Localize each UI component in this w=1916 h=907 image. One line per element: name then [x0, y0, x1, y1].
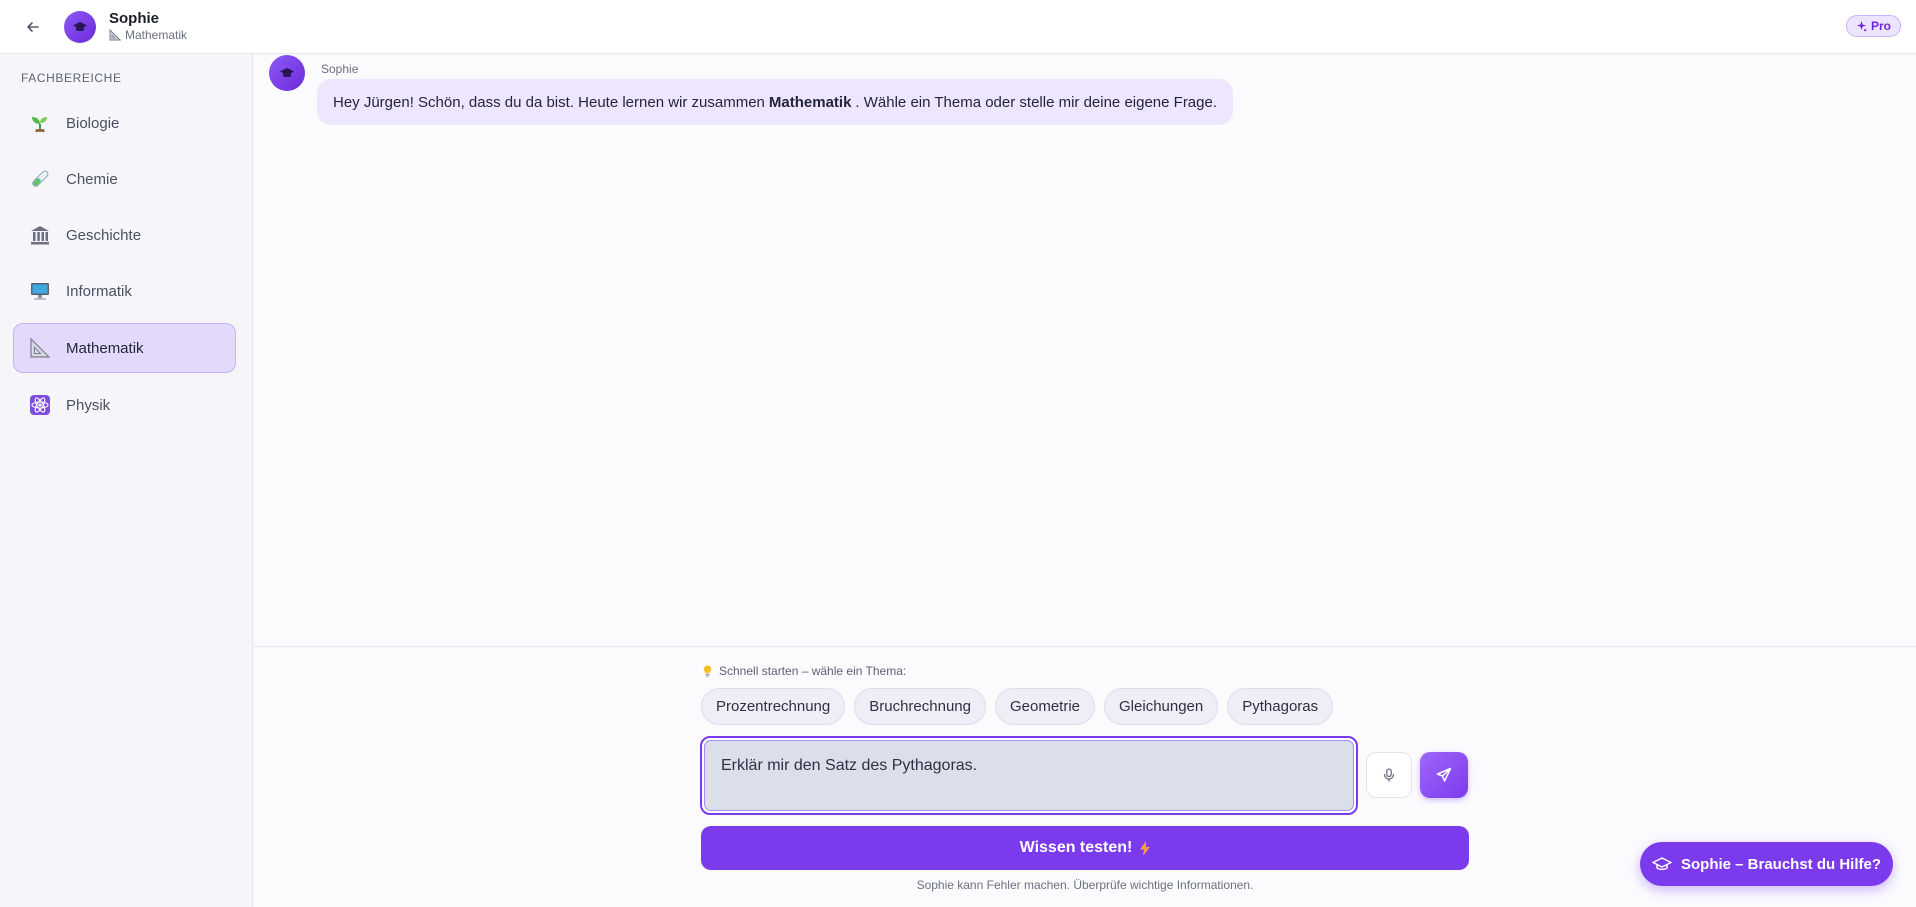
- sidebar-item-label: Physik: [66, 396, 111, 414]
- sidebar-item-physik[interactable]: Physik: [13, 380, 236, 430]
- triangle-ruler-icon: [109, 29, 121, 41]
- graduation-cap-icon: [280, 68, 294, 78]
- quick-start-text: Schnell starten – wähle ein Thema:: [719, 664, 907, 678]
- sidebar-item-label: Chemie: [66, 170, 118, 188]
- send-icon: [1436, 767, 1452, 782]
- message-text-start: Hey Jürgen! Schön, dass du da bist. Heut…: [333, 93, 765, 111]
- message-text-end: . Wähle ein Thema oder stelle mir deine …: [855, 93, 1218, 111]
- help-button[interactable]: Sophie – Brauchst du Hilfe?: [1640, 842, 1893, 886]
- classical-building-icon: [28, 223, 52, 247]
- sidebar-item-mathematik[interactable]: Mathematik: [13, 323, 236, 373]
- lightbulb-icon: [703, 665, 712, 677]
- sidebar-item-informatik[interactable]: Informatik: [13, 266, 236, 316]
- subject-sidebar: FACHBEREICHE Biologie Chemie Geschichte …: [0, 54, 253, 907]
- computer-icon: [28, 279, 52, 303]
- test-tube-icon: [28, 167, 52, 191]
- sidebar-item-geschichte[interactable]: Geschichte: [13, 210, 236, 260]
- send-button[interactable]: [1420, 752, 1468, 798]
- test-knowledge-label: Wissen testen!: [1019, 839, 1133, 856]
- triangle-ruler-icon: [28, 336, 52, 360]
- sidebar-item-label: Mathematik: [66, 339, 144, 357]
- microphone-button[interactable]: [1366, 752, 1412, 798]
- top-header: Sophie Mathematik Pro: [0, 0, 1916, 54]
- lightning-icon: [1140, 840, 1151, 856]
- sidebar-item-label: Informatik: [66, 282, 132, 300]
- disclaimer-text: Sophie kann Fehler machen. Überprüfe wic…: [916, 878, 1254, 892]
- sidebar-item-chemie[interactable]: Chemie: [13, 154, 236, 204]
- atom-icon: [28, 393, 52, 417]
- test-knowledge-button[interactable]: Wissen testen!: [701, 826, 1469, 870]
- pro-label: Pro: [1870, 19, 1891, 33]
- pro-badge[interactable]: Pro: [1845, 15, 1901, 37]
- quick-start-label: Schnell starten – wähle ein Thema:: [702, 664, 906, 678]
- assistant-message: Hey Jürgen! Schön, dass du da bist. Heut…: [317, 79, 1234, 125]
- sparkle-icon: [1856, 20, 1867, 31]
- message-author: Sophie: [321, 62, 359, 76]
- sidebar-item-biologie[interactable]: Biologie: [13, 98, 236, 148]
- topic-chips: Prozentrechnung Bruchrechnung Geometrie …: [701, 688, 1334, 725]
- chip-bruchrechnung[interactable]: Bruchrechnung: [854, 688, 986, 725]
- current-subject-label: Mathematik: [125, 28, 188, 42]
- chip-pythagoras[interactable]: Pythagoras: [1227, 688, 1334, 725]
- chip-prozentrechnung[interactable]: Prozentrechnung: [701, 688, 846, 725]
- seedling-icon: [28, 111, 52, 135]
- chip-geometrie[interactable]: Geometrie: [994, 688, 1096, 725]
- sidebar-heading: FACHBEREICHE: [21, 71, 122, 85]
- message-input-wrapper: [700, 736, 1358, 815]
- message-avatar: [269, 55, 305, 91]
- sidebar-item-label: Geschichte: [66, 226, 142, 244]
- graduation-cap-icon: [1652, 857, 1672, 871]
- message-text-subject: Mathematik: [768, 93, 852, 111]
- chat-messages: Sophie Hey Jürgen! Schön, dass du da bis…: [254, 54, 1916, 647]
- message-input[interactable]: [704, 740, 1354, 811]
- back-button[interactable]: [20, 14, 46, 40]
- assistant-name: Sophie: [109, 10, 160, 27]
- arrow-left-icon: [27, 22, 39, 32]
- microphone-icon: [1383, 768, 1395, 782]
- chip-gleichungen[interactable]: Gleichungen: [1104, 688, 1219, 725]
- assistant-avatar: [64, 11, 96, 43]
- help-button-label: Sophie – Brauchst du Hilfe?: [1680, 855, 1882, 873]
- graduation-cap-icon: [73, 22, 87, 32]
- current-subject: Mathematik: [109, 28, 187, 42]
- sidebar-item-label: Biologie: [66, 114, 120, 132]
